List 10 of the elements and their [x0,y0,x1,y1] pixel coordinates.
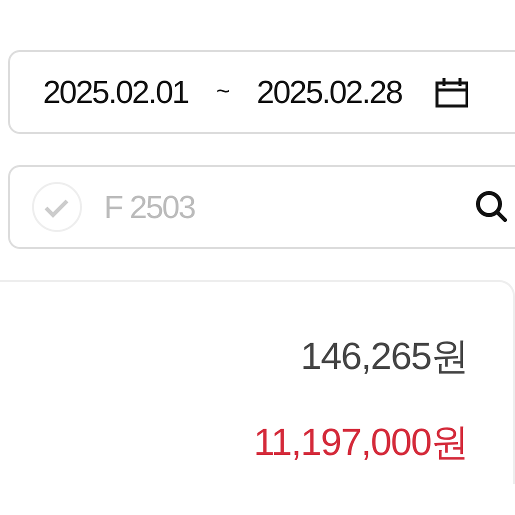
search-icon[interactable] [474,189,510,225]
calendar-icon[interactable] [434,76,468,108]
range-separator: ~ [216,78,229,106]
date-range-field[interactable]: 2025.02.01 ~ 2025.02.28 [8,50,515,134]
amount-text: 146,265원 [300,335,468,380]
check-circle-icon[interactable] [31,181,83,233]
search-field[interactable]: F 2503 [8,165,515,249]
amount-text: 11,197,000원 [254,421,468,466]
end-date: 2025.02.28 [256,74,402,110]
start-date: 2025.02.01 [43,74,188,110]
